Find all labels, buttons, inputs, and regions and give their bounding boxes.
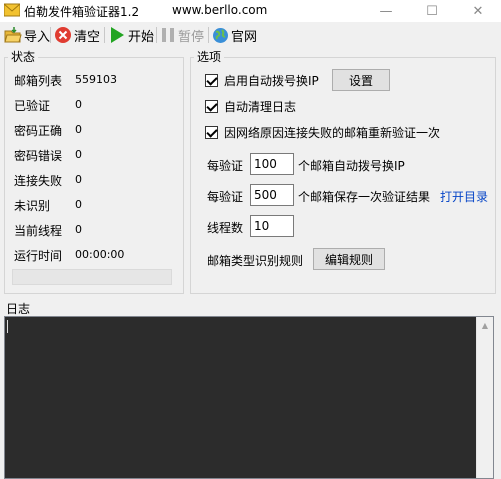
reverify-label: 因网络原因连接失败的邮箱重新验证一次 — [224, 125, 441, 140]
stat-value-verified: 0 — [75, 98, 82, 111]
reverify-checkbox[interactable] — [205, 125, 218, 139]
clear-button[interactable]: 清空 — [54, 25, 100, 45]
log-textarea[interactable]: ▲ — [4, 316, 494, 479]
dial-every-prefix: 每验证 — [207, 159, 244, 173]
save-every-prefix: 每验证 — [207, 190, 244, 204]
log-title: 日志 — [6, 302, 31, 316]
close-button[interactable]: ✕ — [455, 0, 501, 22]
stat-label-connect-failed: 连接失败 — [14, 174, 63, 188]
window-url: www.berllo.com — [172, 3, 268, 17]
clear-label: 清空 — [74, 29, 101, 45]
play-icon — [111, 27, 124, 43]
stat-value-run-time: 00:00:00 — [75, 248, 125, 261]
reverify-checkbox-row[interactable]: 因网络原因连接失败的邮箱重新验证一次 — [205, 124, 440, 140]
stat-label-run-time: 运行时间 — [14, 249, 63, 263]
stat-value-password-wrong: 0 — [75, 148, 82, 161]
auto-clear-log-label: 自动清理日志 — [224, 99, 297, 114]
website-label: 官网 — [231, 29, 258, 45]
import-button[interactable]: 导入 — [4, 25, 50, 45]
stat-label-unrecognized: 未识别 — [14, 199, 51, 213]
stat-value-unrecognized: 0 — [75, 198, 82, 211]
auto-dial-checkbox[interactable] — [205, 73, 218, 87]
globe-icon — [213, 27, 228, 43]
folder-open-icon — [4, 27, 22, 43]
progress-bar — [12, 269, 172, 285]
title-bar: 伯勒发件箱验证器1.2 www.berllo.com — ☐ ✕ — [0, 0, 501, 22]
stat-label-password-wrong: 密码错误 — [14, 149, 63, 163]
status-group-title: 状态 — [8, 50, 39, 64]
toolbar-separator — [156, 27, 157, 43]
window-title: 伯勒发件箱验证器1.2 — [24, 5, 140, 19]
stat-label-verified: 已验证 — [14, 99, 51, 113]
pause-label: 暂停 — [178, 29, 205, 45]
start-button[interactable]: 开始 — [108, 25, 154, 45]
auto-dial-label: 启用自动拨号换IP — [224, 73, 319, 88]
scroll-up-arrow-icon[interactable]: ▲ — [477, 317, 493, 333]
stat-value-current-threads: 0 — [75, 223, 82, 236]
save-every-suffix: 个邮箱保存一次验证结果 — [298, 190, 431, 204]
save-every-input[interactable] — [250, 184, 294, 206]
log-scrollbar[interactable]: ▲ — [476, 317, 493, 478]
options-group-title: 选项 — [194, 50, 225, 64]
mailbox-app-icon — [4, 3, 20, 17]
website-button[interactable]: 官网 — [212, 25, 257, 45]
start-label: 开始 — [128, 29, 155, 45]
edit-rules-button[interactable]: 编辑规则 — [313, 248, 385, 270]
dial-every-input[interactable] — [250, 153, 294, 175]
import-label: 导入 — [24, 29, 51, 45]
minimize-button[interactable]: — — [363, 0, 409, 22]
open-directory-link[interactable]: 打开目录 — [440, 188, 488, 205]
dial-every-suffix: 个邮箱自动拨号换IP — [298, 159, 405, 173]
settings-button[interactable]: 设置 — [332, 69, 390, 91]
stat-label-current-threads: 当前线程 — [14, 224, 63, 238]
auto-clear-log-checkbox[interactable] — [205, 99, 218, 113]
pause-icon — [162, 28, 174, 42]
threads-input[interactable] — [250, 215, 294, 237]
text-caret — [7, 320, 8, 333]
toolbar-separator — [50, 27, 51, 43]
stat-label-mailbox-list: 邮箱列表 — [14, 74, 63, 88]
stat-value-password-correct: 0 — [75, 123, 82, 136]
toolbar-separator — [104, 27, 105, 43]
maximize-button[interactable]: ☐ — [409, 0, 455, 22]
rule-label: 邮箱类型识别规则 — [207, 254, 304, 268]
auto-clear-log-checkbox-row[interactable]: 自动清理日志 — [205, 98, 296, 114]
pause-button[interactable]: 暂停 — [160, 25, 204, 45]
clear-icon — [55, 27, 71, 43]
stat-value-mailbox-list: 559103 — [75, 73, 117, 86]
threads-label: 线程数 — [207, 221, 244, 235]
stat-label-password-correct: 密码正确 — [14, 124, 63, 138]
toolbar-separator — [208, 27, 209, 43]
toolbar: 导入 清空 开始 暂停 官网 — [0, 23, 501, 47]
stat-value-connect-failed: 0 — [75, 173, 82, 186]
auto-dial-checkbox-row[interactable]: 启用自动拨号换IP — [205, 72, 319, 88]
